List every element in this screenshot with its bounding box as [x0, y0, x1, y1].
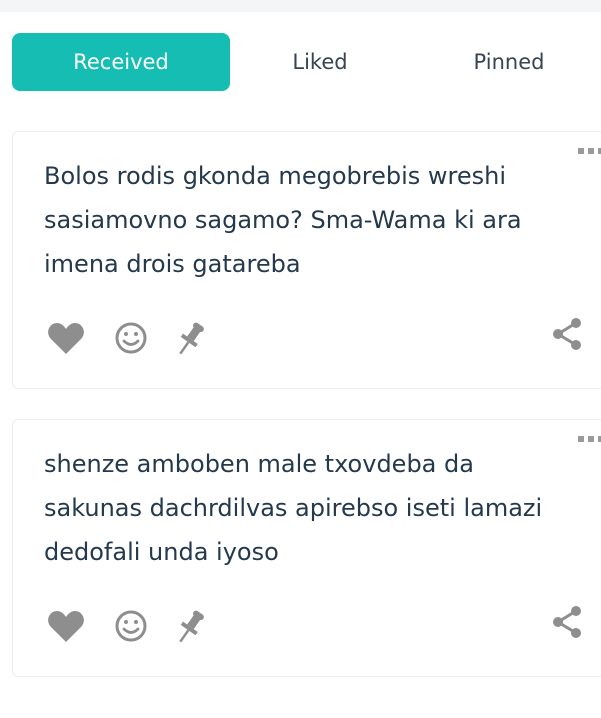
share-icon[interactable]: [549, 314, 585, 354]
tab-liked[interactable]: Liked: [230, 33, 410, 91]
message-card: Bolos rodis gkonda megobrebis wreshi sas…: [12, 131, 601, 389]
smiley-icon[interactable]: [113, 606, 149, 646]
card-actions: [44, 318, 601, 358]
heart-icon[interactable]: [46, 318, 86, 358]
more-dots-icon[interactable]: [578, 145, 601, 157]
message-text: Bolos rodis gkonda megobrebis wreshi sas…: [44, 162, 522, 278]
pushpin-icon[interactable]: [174, 318, 208, 358]
tab-pinned[interactable]: Pinned: [430, 33, 588, 91]
more-dots-icon[interactable]: [578, 433, 601, 445]
pushpin-icon[interactable]: [174, 606, 208, 646]
share-icon[interactable]: [549, 602, 585, 642]
heart-icon[interactable]: [46, 606, 86, 646]
card-actions: [44, 606, 601, 646]
message-card: shenze amboben male txovdeba da sakunas …: [12, 419, 601, 677]
message-text: shenze amboben male txovdeba da sakunas …: [44, 450, 543, 566]
smiley-icon[interactable]: [113, 318, 149, 358]
top-strip: [0, 0, 601, 12]
tab-bar: Received Liked Pinned: [12, 33, 601, 91]
tab-received[interactable]: Received: [12, 33, 230, 91]
